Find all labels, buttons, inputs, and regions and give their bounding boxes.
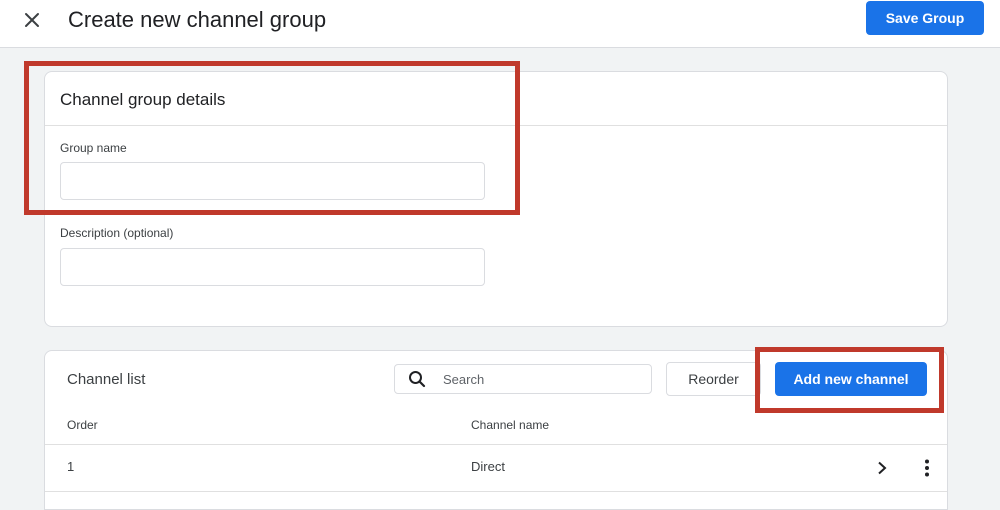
top-bar: Create new channel group Save Group: [0, 0, 1000, 48]
description-input[interactable]: [60, 248, 485, 286]
description-label: Description (optional): [60, 226, 174, 240]
chevron-right-icon[interactable]: [872, 458, 892, 478]
close-icon: [25, 13, 39, 27]
annotation-box-add-channel: [755, 347, 944, 413]
table-divider: [45, 444, 947, 445]
column-header-channel-name: Channel name: [471, 418, 550, 432]
column-header-order: Order: [67, 418, 98, 432]
page-title: Create new channel group: [68, 7, 327, 32]
more-vert-icon[interactable]: [917, 458, 937, 478]
annotation-box-group-name: [24, 61, 520, 215]
search-box[interactable]: [394, 364, 652, 394]
row-channel-name[interactable]: Direct: [471, 459, 505, 474]
search-input[interactable]: [441, 370, 635, 388]
channel-list-title: Channel list: [67, 371, 146, 388]
row-order: 1: [67, 459, 75, 474]
search-icon: [407, 369, 427, 389]
save-group-button[interactable]: Save Group: [866, 1, 984, 35]
close-button[interactable]: [18, 6, 46, 34]
reorder-button[interactable]: Reorder: [666, 362, 761, 396]
table-row-divider: [45, 491, 947, 492]
